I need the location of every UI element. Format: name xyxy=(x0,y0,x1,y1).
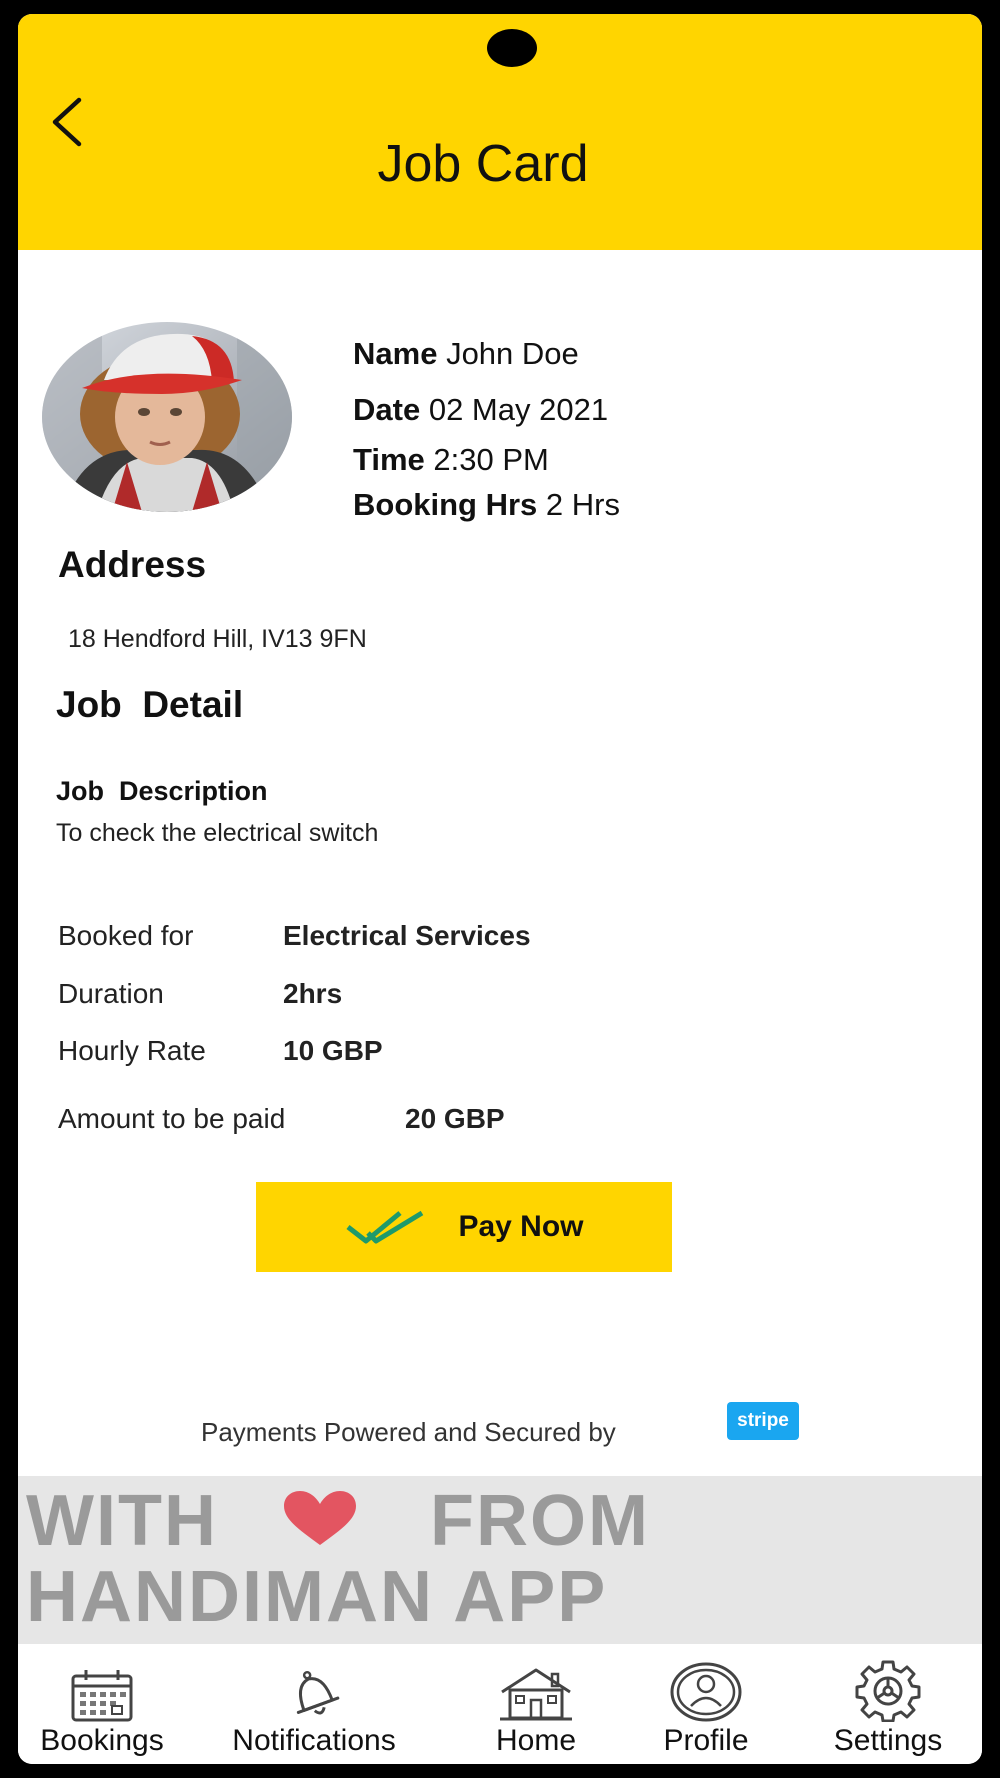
header-bar: Job Card xyxy=(18,14,982,250)
pay-now-button[interactable]: Pay Now xyxy=(256,1182,672,1272)
nav-home[interactable]: Home xyxy=(466,1644,606,1764)
date-row: Date 02 May 2021 xyxy=(353,392,608,428)
gear-icon xyxy=(855,1660,921,1722)
name-label: Name xyxy=(353,336,438,371)
time-row: Time 2:30 PM xyxy=(353,442,549,478)
nav-bookings[interactable]: Bookings xyxy=(22,1644,182,1764)
double-check-icon xyxy=(346,1210,424,1244)
nav-settings-label: Settings xyxy=(833,1724,943,1757)
nav-notifications[interactable]: Notifications xyxy=(204,1644,424,1764)
amount-value: 20 GBP xyxy=(405,1103,505,1134)
time-value: 2:30 PM xyxy=(433,442,549,477)
banner-line-2: HANDIMAN APP xyxy=(26,1557,608,1637)
date-label: Date xyxy=(353,392,421,427)
booking-hours-value: 2 Hrs xyxy=(545,487,620,522)
banner-word-from: FROM xyxy=(429,1481,650,1561)
nav-settings[interactable]: Settings xyxy=(808,1644,968,1764)
user-circle-icon xyxy=(670,1662,742,1722)
booking-hours-row: Booking Hrs 2 Hrs xyxy=(353,487,620,523)
user-avatar xyxy=(42,322,292,512)
job-description-text: To check the electrical switch xyxy=(56,819,379,847)
hourly-rate-label: Hourly Rate xyxy=(58,1035,206,1066)
job-description-label: Job Description xyxy=(56,776,268,806)
name-row: Name John Doe xyxy=(353,336,579,372)
phone-screen: Job Card Name John Doe Date 02 May 2021 … xyxy=(18,14,982,1764)
duration-value: 2hrs xyxy=(283,978,343,1009)
camera-notch xyxy=(487,29,537,67)
banner-word-with: WITH xyxy=(26,1481,218,1561)
nav-bookings-label: Bookings xyxy=(40,1724,164,1757)
date-value: 02 May 2021 xyxy=(428,392,609,427)
address-heading: Address xyxy=(58,544,207,585)
nav-profile-label: Profile xyxy=(663,1724,749,1757)
nav-profile[interactable]: Profile xyxy=(636,1644,776,1764)
stripe-badge: stripe xyxy=(727,1402,799,1440)
time-label: Time xyxy=(353,442,425,477)
pay-now-label: Pay Now xyxy=(458,1210,584,1243)
banner-line-1: WITH FROM xyxy=(26,1480,650,1562)
page-title: Job Card xyxy=(377,135,589,193)
bottom-navigation: Bookings Notifications Home Profile Sett… xyxy=(18,1644,982,1764)
job-detail-heading: Job Detail xyxy=(56,684,244,725)
payment-notice-text: Payments Powered and Secured by xyxy=(201,1417,616,1447)
booked-for-value: Electrical Services xyxy=(283,920,531,951)
duration-label: Duration xyxy=(58,978,164,1009)
booking-hours-label: Booking Hrs xyxy=(353,487,538,522)
heart-icon xyxy=(283,1491,356,1545)
house-icon xyxy=(500,1668,572,1721)
booked-for-label: Booked for xyxy=(58,920,194,951)
address-text: 18 Hendford Hill, IV13 9FN xyxy=(68,625,367,653)
avatar-photo xyxy=(42,322,292,512)
nav-home-label: Home xyxy=(495,1724,577,1757)
bell-icon xyxy=(296,1670,340,1715)
hourly-rate-value: 10 GBP xyxy=(283,1035,383,1066)
nav-notifications-label: Notifications xyxy=(232,1724,396,1757)
amount-label: Amount to be paid xyxy=(58,1103,286,1134)
promo-banner: WITH FROM HANDIMAN APP xyxy=(18,1476,982,1644)
calendar-icon xyxy=(71,1670,133,1722)
name-value: John Doe xyxy=(446,336,579,371)
